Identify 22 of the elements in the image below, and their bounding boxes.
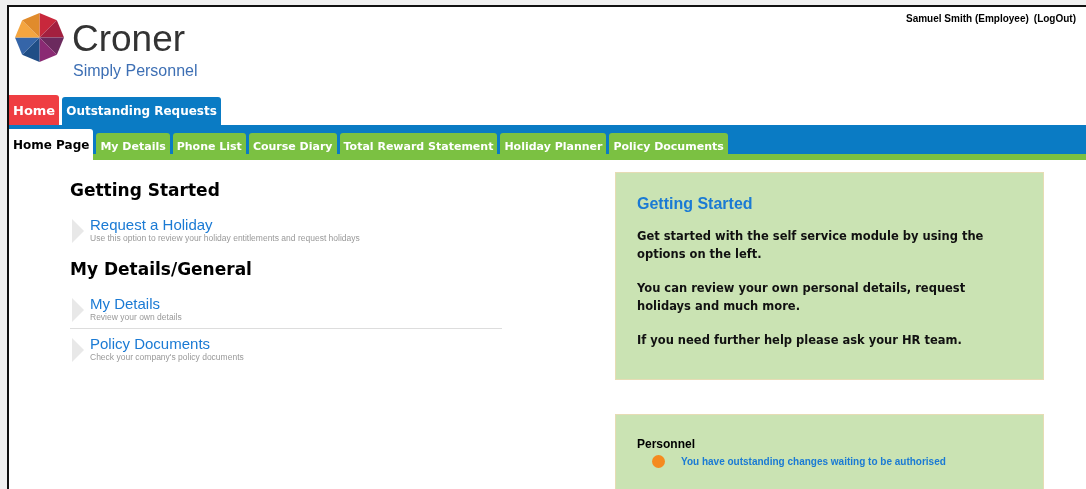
brand-name: Croner bbox=[72, 17, 187, 61]
notice-heading: Personnel bbox=[637, 437, 697, 451]
option-link[interactable]: Policy Documents bbox=[90, 335, 244, 352]
section-heading: Getting Started bbox=[70, 180, 221, 200]
option-description: Review your own details bbox=[90, 312, 182, 322]
panel-paragraph: Get started with the self service module by using the options on the left. bbox=[637, 228, 985, 263]
panel-paragraph: You can review your own personal details, request holidays and much more. bbox=[637, 280, 967, 315]
user-name: Samuel Smith (Employee) bbox=[906, 13, 1029, 24]
top-tab[interactable]: Outstanding Requests bbox=[62, 97, 221, 125]
notice-link[interactable]: You have outstanding changes waiting to be authorised bbox=[681, 456, 946, 467]
panel-paragraph: If you need further help please ask your HR team. bbox=[637, 332, 963, 349]
logo-icon bbox=[15, 13, 64, 62]
top-tab[interactable]: Home bbox=[9, 95, 60, 125]
option-link[interactable]: Request a Holiday bbox=[90, 216, 360, 233]
panel-title: Getting Started bbox=[637, 195, 754, 213]
option-description: Use this option to review your holiday entitlements and request holidays bbox=[90, 233, 360, 243]
option-description: Check your company's policy documents bbox=[90, 352, 244, 362]
logout-link[interactable]: (LogOut) bbox=[1033, 13, 1076, 24]
nav-tab[interactable]: Home Page bbox=[9, 129, 94, 160]
option-link[interactable]: My Details bbox=[90, 295, 182, 312]
section-heading: My Details/General bbox=[70, 259, 253, 279]
brand-tagline: Simply Personnel bbox=[73, 61, 198, 81]
